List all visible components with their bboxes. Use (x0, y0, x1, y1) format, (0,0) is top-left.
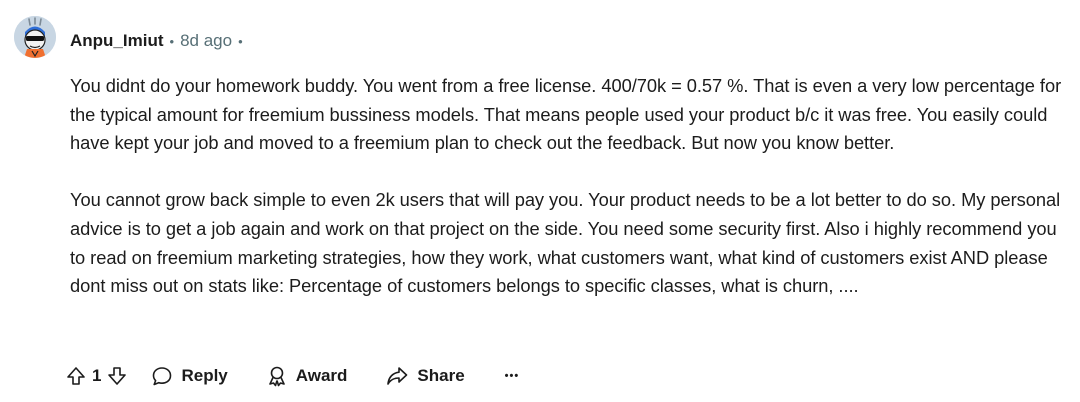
reply-button[interactable]: Reply (151, 365, 228, 387)
reply-label: Reply (181, 366, 228, 385)
downvote-button[interactable] (103, 362, 131, 390)
share-label: Share (417, 366, 465, 385)
meta-dot: • (238, 33, 243, 49)
arrow-down-icon (108, 367, 127, 385)
comment-paragraph: You cannot grow back simple to even 2k u… (70, 189, 1061, 297)
meta-dot: • (169, 33, 175, 49)
award-label: Award (295, 366, 348, 385)
award-button[interactable]: Award (266, 365, 348, 387)
award-ribbon-icon (268, 366, 285, 387)
comment-age[interactable]: 8d ago (180, 31, 232, 51)
comment-header: Anpu_Imiut • 8d ago • (70, 30, 249, 52)
comment-body: You didnt do your homework buddy. You we… (70, 72, 1065, 301)
avatar-image (14, 16, 56, 58)
comment-actions: 1 Reply Award Share ••• (62, 360, 519, 392)
author-username[interactable]: Anpu_Imiut (70, 31, 164, 51)
share-arrow-icon (387, 367, 408, 385)
vote-count: 1 (92, 366, 102, 385)
comment-paragraph: You didnt do your homework buddy. You we… (70, 75, 1062, 154)
ellipsis-icon: ••• (504, 370, 520, 382)
share-button[interactable]: Share (385, 365, 465, 387)
comment: Anpu_Imiut • 8d ago • You didnt do your … (0, 0, 1080, 402)
speech-bubble-icon (153, 367, 172, 386)
more-options-button[interactable]: ••• (505, 370, 520, 382)
arrow-up-icon (67, 367, 85, 385)
avatar[interactable] (14, 16, 56, 58)
upvote-button[interactable] (62, 362, 90, 390)
